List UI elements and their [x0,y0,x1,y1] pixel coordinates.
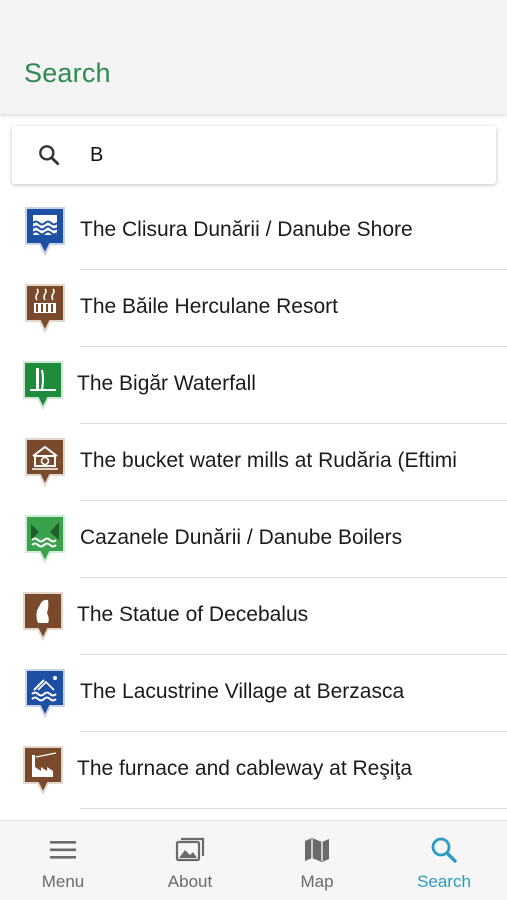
list-item[interactable]: The Bigăr Waterfall [0,348,507,424]
divider [80,577,507,578]
water-mill-icon [25,438,65,487]
result-label: The Bigăr Waterfall [77,372,256,395]
divider [80,500,507,501]
list-item[interactable]: The bucket water mills at Rudăria (Eftim… [0,425,507,501]
bottom-navigation: Menu About Map Search [0,820,507,900]
nav-item-menu[interactable]: Menu [0,821,126,900]
menu-icon [50,841,76,859]
list-item[interactable]: The Lacustrine Village at Berzasca [0,656,507,732]
divider [80,346,507,347]
divider [80,731,507,732]
search-icon [39,145,60,166]
nav-item-about[interactable]: About [127,821,253,900]
waterfall-icon [23,361,63,410]
spa-resort-icon [25,284,65,333]
nav-label-about: About [167,872,213,891]
app-bar: Search [0,0,507,114]
water-waves-icon [25,207,65,256]
result-label: Cazanele Dunării / Danube Boilers [80,526,403,549]
result-label: The Clisura Dunării / Danube Shore [80,218,413,241]
search-icon [431,837,457,863]
list-item[interactable]: The furnace and cableway at Reşiţa [0,733,507,809]
factory-icon [23,746,63,795]
divider [80,654,507,655]
map-icon [305,838,329,862]
photo-gallery-icon [175,837,205,862]
result-label: The Lacustrine Village at Berzasca [80,680,405,703]
lacustrine-village-icon [25,669,65,718]
search-input[interactable] [90,138,480,172]
divider [80,808,507,809]
result-label: The furnace and cableway at Reşiţa [77,757,413,780]
list-item[interactable]: The Băile Herculane Resort [0,271,507,347]
list-item[interactable]: The Statue of Decebalus [0,579,507,655]
nav-label-menu: Menu [41,872,85,891]
search-bar[interactable] [12,126,496,184]
nav-label-map: Map [300,872,334,891]
divider [80,269,507,270]
nav-label-search: Search [417,872,471,891]
result-label: The Băile Herculane Resort [80,295,338,318]
results-list[interactable]: The Clisura Dunării / Danube Shore The B… [0,194,507,820]
list-item[interactable]: Cazanele Dunării / Danube Boilers [0,502,507,578]
nav-item-search[interactable]: Search [381,821,507,900]
list-item[interactable]: The Clisura Dunării / Danube Shore [0,194,507,270]
page-title: Search [24,58,111,88]
river-gorge-icon [25,515,65,564]
divider [80,423,507,424]
statue-icon [23,592,63,641]
result-label: The Statue of Decebalus [77,603,309,626]
result-label: The bucket water mills at Rudăria (Eftim… [80,449,457,472]
nav-item-map[interactable]: Map [254,821,380,900]
